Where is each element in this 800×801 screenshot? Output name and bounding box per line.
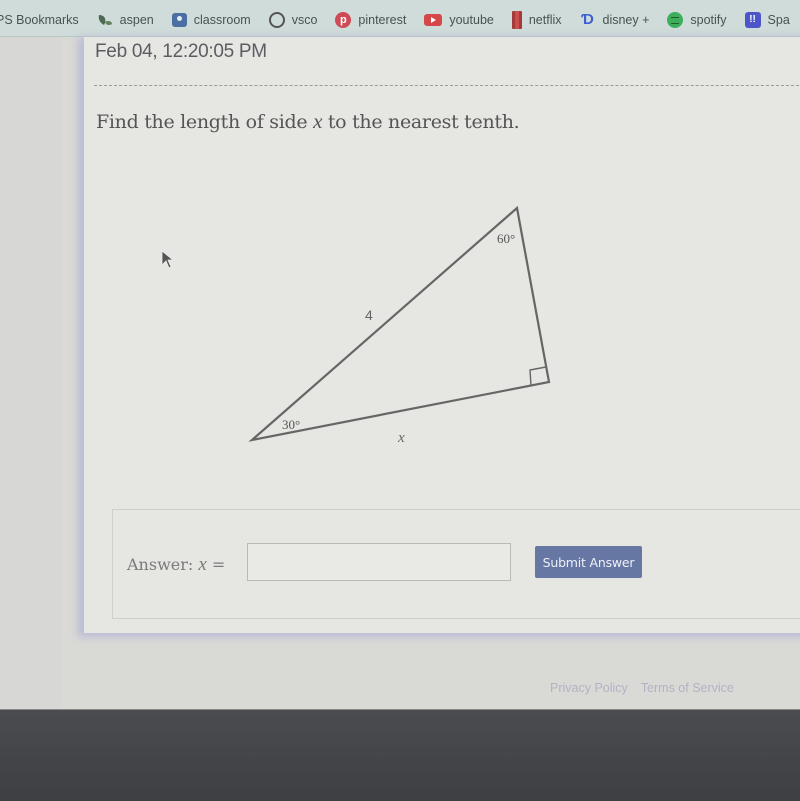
bookmark-label: disney +: [602, 13, 650, 27]
bookmark-label: spotify: [690, 13, 727, 27]
bookmarks-bar: PS Bookmarks aspen classroom vsco p pint…: [0, 0, 800, 37]
screen-bezel: [0, 709, 800, 801]
terms-of-service-link[interactable]: Terms of Service: [641, 681, 734, 695]
mouse-cursor-icon: [161, 250, 175, 269]
aspen-leaf-icon: [98, 15, 112, 26]
answer-label-text: Answer:: [127, 555, 194, 574]
side-x-label: x: [397, 430, 405, 446]
answer-equals: =: [211, 555, 226, 574]
app-icon: !!: [744, 12, 761, 28]
bookmark-vsco[interactable]: vsco: [268, 12, 318, 28]
classroom-icon: [171, 13, 187, 27]
bookmark-spa[interactable]: !! Spa: [744, 12, 790, 28]
bookmark-aspen[interactable]: aspen: [97, 12, 154, 28]
bookmark-label: vsco: [291, 13, 318, 27]
bookmark-label: pinterest: [358, 13, 407, 27]
bookmark-disney[interactable]: Ɗ disney +: [580, 11, 650, 28]
bookmark-label: classroom: [193, 13, 251, 27]
answer-input[interactable]: [247, 543, 511, 581]
submit-answer-button[interactable]: Submit Answer: [535, 546, 642, 578]
bookmark-netflix[interactable]: netflix: [511, 11, 562, 29]
netflix-icon: [511, 11, 522, 29]
vsco-icon: [268, 12, 285, 28]
bookmark-label: netflix: [528, 13, 562, 27]
answer-variable: x: [198, 554, 207, 575]
hypotenuse-label: 4: [365, 307, 373, 323]
answer-label: Answer: x =: [127, 554, 225, 576]
bookmark-pinterest[interactable]: p pinterest: [335, 12, 406, 28]
footer-links: Privacy Policy Terms of Service: [550, 681, 734, 695]
bookmark-classroom[interactable]: classroom: [171, 13, 251, 27]
question-card: Feb 04, 12:20:05 PM Find the length of s…: [84, 37, 800, 633]
angle-label-bottom-left: 30°: [282, 417, 300, 432]
page-background-left: [0, 37, 62, 709]
bookmark-spotify[interactable]: spotify: [667, 12, 727, 28]
bookmark-label: Spa: [767, 13, 790, 27]
angle-label-top: 60°: [497, 231, 515, 246]
youtube-icon: [424, 14, 443, 26]
bookmark-label: aspen: [119, 13, 154, 27]
bookmark-ps-bookmarks[interactable]: PS Bookmarks: [0, 13, 79, 27]
spotify-icon: [667, 12, 684, 28]
answer-section: Answer: x = Submit Answer att: [112, 509, 800, 619]
privacy-policy-link[interactable]: Privacy Policy: [550, 681, 628, 695]
disney-icon: Ɗ: [581, 11, 594, 28]
bookmark-youtube[interactable]: youtube: [424, 13, 494, 27]
bookmark-label: PS Bookmarks: [0, 13, 79, 27]
pinterest-icon: p: [335, 12, 352, 28]
triangle-figure: 60° 4 30° x: [248, 205, 551, 446]
bookmark-label: youtube: [449, 13, 494, 27]
